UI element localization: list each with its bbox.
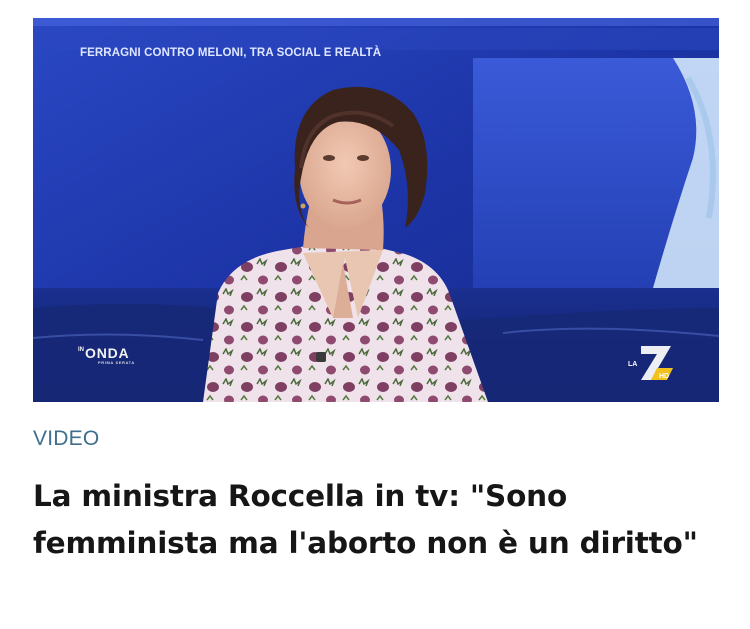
- show-logo-subtitle: PRIMA SERATA: [98, 360, 135, 365]
- la7-logo-icon: LA HD: [628, 346, 673, 380]
- show-logo-name: ONDA: [85, 345, 130, 361]
- channel-logo-badge: HD: [659, 373, 669, 380]
- article-headline[interactable]: La ministra Roccella in tv: "Sono femmin…: [33, 473, 713, 567]
- video-thumbnail[interactable]: FERRAGNI CONTRO MELONI, TRA SOCIAL E REA…: [33, 18, 719, 402]
- channel-logo: LA HD: [627, 344, 677, 382]
- show-logo-prefix: IN: [78, 347, 84, 353]
- channel-logo-prefix: LA: [628, 361, 637, 368]
- category-label[interactable]: VIDEO: [33, 427, 99, 451]
- show-logo: INONDA PRIMA SERATA: [78, 346, 135, 365]
- broadcast-still: [33, 18, 719, 402]
- news-ticker: FERRAGNI CONTRO MELONI, TRA SOCIAL E REA…: [80, 47, 382, 59]
- news-card[interactable]: FERRAGNI CONTRO MELONI, TRA SOCIAL E REA…: [0, 0, 750, 629]
